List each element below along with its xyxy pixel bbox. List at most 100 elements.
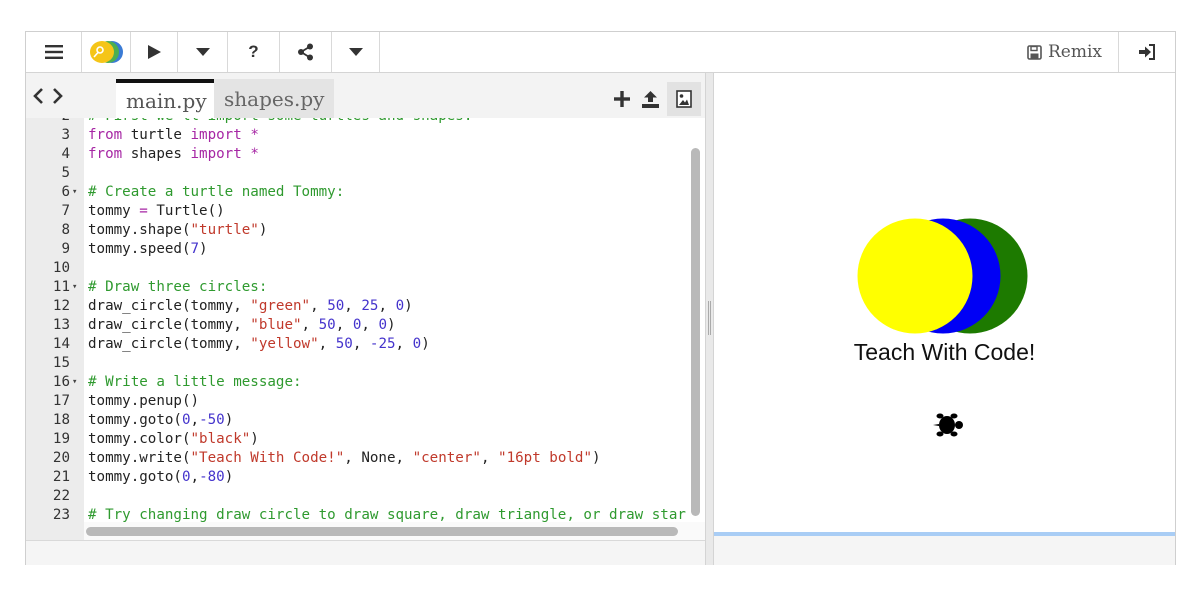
line-number: 10 bbox=[52, 260, 70, 276]
line-number: 18 bbox=[52, 412, 70, 428]
menu-button[interactable] bbox=[26, 32, 82, 72]
code-text: tommy.penup() bbox=[88, 393, 200, 409]
line-number: 17 bbox=[52, 393, 70, 409]
upload-icon bbox=[641, 90, 659, 108]
line-number: 15 bbox=[52, 355, 70, 371]
code-line[interactable]: 21 tommy.goto(0,-80) bbox=[26, 468, 696, 487]
toolbar: ? Remix bbox=[26, 32, 1175, 73]
code-line[interactable]: 8 tommy.shape("turtle") bbox=[26, 221, 696, 240]
caret-down-icon bbox=[195, 48, 210, 56]
line-number: 4 bbox=[61, 146, 70, 162]
vertical-scrollbar[interactable] bbox=[691, 148, 700, 516]
line-number: 21 bbox=[52, 469, 70, 485]
file-nav-arrows bbox=[32, 87, 64, 105]
line-number: 5 bbox=[61, 165, 70, 181]
share-options-button[interactable] bbox=[332, 32, 380, 72]
editor-actions bbox=[611, 82, 701, 116]
run-button[interactable] bbox=[131, 32, 178, 72]
code-area[interactable]: 2 # First we'll import some turtles and s… bbox=[26, 118, 705, 541]
code-line[interactable]: 6 ▾ # Create a turtle named Tommy: bbox=[26, 183, 696, 202]
code-text: tommy.write("Teach With Code!", None, "c… bbox=[88, 450, 601, 466]
help-button[interactable]: ? bbox=[228, 32, 280, 72]
code-line[interactable]: 4 from shapes import * bbox=[26, 145, 696, 164]
sign-in-icon bbox=[1139, 44, 1155, 60]
share-button[interactable] bbox=[280, 32, 332, 72]
login-button[interactable] bbox=[1119, 32, 1175, 72]
chevron-left-icon[interactable] bbox=[32, 87, 44, 105]
run-options-button[interactable] bbox=[178, 32, 228, 72]
code-line[interactable]: 20 tommy.write("Teach With Code!", None, … bbox=[26, 449, 696, 468]
code-text: tommy.goto(0,-50) bbox=[88, 412, 234, 428]
code-line[interactable]: 11 ▾ # Draw three circles: bbox=[26, 278, 696, 297]
code-line[interactable]: 18 tommy.goto(0,-50) bbox=[26, 411, 696, 430]
yellow-circle bbox=[857, 218, 973, 334]
code-text: # Create a turtle named Tommy: bbox=[88, 184, 345, 200]
code-line[interactable]: 3 from turtle import * bbox=[26, 126, 696, 145]
trinket-app: ? Remix main.py shapes.py 3 from turtle … bbox=[25, 31, 1176, 565]
image-library-button[interactable] bbox=[667, 82, 701, 116]
code-editor-pane: main.py shapes.py 3 from turtle import *… bbox=[26, 73, 705, 541]
code-line[interactable]: 19 tommy.color("black") bbox=[26, 430, 696, 449]
code-text: from turtle import * bbox=[88, 127, 259, 143]
add-file-button[interactable] bbox=[611, 85, 633, 113]
horizontal-scrollbar[interactable] bbox=[86, 527, 678, 536]
code-text: # First we'll import some turtles and sh… bbox=[88, 118, 472, 126]
trinket-logo-button[interactable] bbox=[82, 32, 131, 72]
code-line[interactable]: 22 bbox=[26, 487, 696, 506]
canvas-message: Teach With Code! bbox=[853, 339, 1036, 365]
output-canvas: Teach With Code! bbox=[714, 73, 1175, 535]
remix-label: Remix bbox=[1047, 42, 1102, 62]
pane-splitter[interactable] bbox=[705, 73, 714, 565]
line-number: 8 bbox=[61, 222, 70, 238]
fold-toggle-icon[interactable]: ▾ bbox=[72, 278, 77, 297]
line-number: 2 bbox=[26, 118, 70, 126]
line-number: 6 bbox=[61, 184, 70, 200]
line-number: 23 bbox=[52, 507, 70, 523]
code-text: draw_circle(tommy, "green", 50, 25, 0) bbox=[88, 298, 413, 314]
line-number: 3 bbox=[61, 127, 70, 143]
code-line[interactable]: 13 draw_circle(tommy, "blue", 50, 0, 0) bbox=[26, 316, 696, 335]
code-line[interactable]: 16 ▾ # Write a little message: bbox=[26, 373, 696, 392]
code-line[interactable]: 5 bbox=[26, 164, 696, 183]
line-number: 19 bbox=[52, 431, 70, 447]
code-line[interactable]: 10 bbox=[26, 259, 696, 278]
save-icon bbox=[1027, 44, 1042, 60]
code-text: tommy.goto(0,-80) bbox=[88, 469, 234, 485]
code-line[interactable]: 17 tommy.penup() bbox=[26, 392, 696, 411]
tab-main-py[interactable]: main.py bbox=[116, 79, 217, 118]
fold-toggle-icon[interactable]: ▾ bbox=[72, 373, 77, 392]
turtle-icon bbox=[933, 413, 963, 437]
tab-label: shapes.py bbox=[224, 86, 325, 111]
splitter-grip bbox=[708, 301, 711, 335]
code-text: from shapes import * bbox=[88, 146, 259, 162]
code-line[interactable]: 9 tommy.speed(7) bbox=[26, 240, 696, 259]
editor-tab-bar: main.py shapes.py bbox=[26, 73, 705, 118]
code-text: tommy.color("black") bbox=[88, 431, 259, 447]
code-line[interactable]: 7 tommy = Turtle() bbox=[26, 202, 696, 221]
code-text: draw_circle(tommy, "yellow", 50, -25, 0) bbox=[88, 336, 430, 352]
tab-shapes-py[interactable]: shapes.py bbox=[214, 79, 335, 118]
turtle-canvas bbox=[857, 218, 1028, 437]
code-line[interactable]: 2 # First we'll import some turtles and s… bbox=[26, 118, 696, 126]
share-icon bbox=[297, 43, 313, 61]
code-text: tommy.shape("turtle") bbox=[88, 222, 268, 238]
line-number: 7 bbox=[61, 203, 70, 219]
play-icon bbox=[148, 45, 161, 59]
upload-button[interactable] bbox=[639, 85, 661, 113]
code-line[interactable]: 12 draw_circle(tommy, "green", 50, 25, 0) bbox=[26, 297, 696, 316]
line-number: 12 bbox=[52, 298, 70, 314]
chevron-right-icon[interactable] bbox=[52, 87, 64, 105]
code-text: # Write a little message: bbox=[88, 374, 302, 390]
code-line[interactable]: 15 bbox=[26, 354, 696, 373]
remix-button[interactable]: Remix bbox=[1011, 32, 1119, 72]
fold-toggle-icon[interactable]: ▾ bbox=[72, 183, 77, 202]
output-footer bbox=[714, 536, 1175, 565]
tab-label: main.py bbox=[126, 88, 207, 113]
help-label: ? bbox=[248, 42, 259, 61]
line-number: 13 bbox=[52, 317, 70, 333]
code-line[interactable]: 14 draw_circle(tommy, "yellow", 50, -25, … bbox=[26, 335, 696, 354]
code-text: tommy.speed(7) bbox=[88, 241, 208, 257]
code-text: # Draw three circles: bbox=[88, 279, 268, 295]
line-number: 14 bbox=[52, 336, 70, 352]
line-number: 9 bbox=[61, 241, 70, 257]
